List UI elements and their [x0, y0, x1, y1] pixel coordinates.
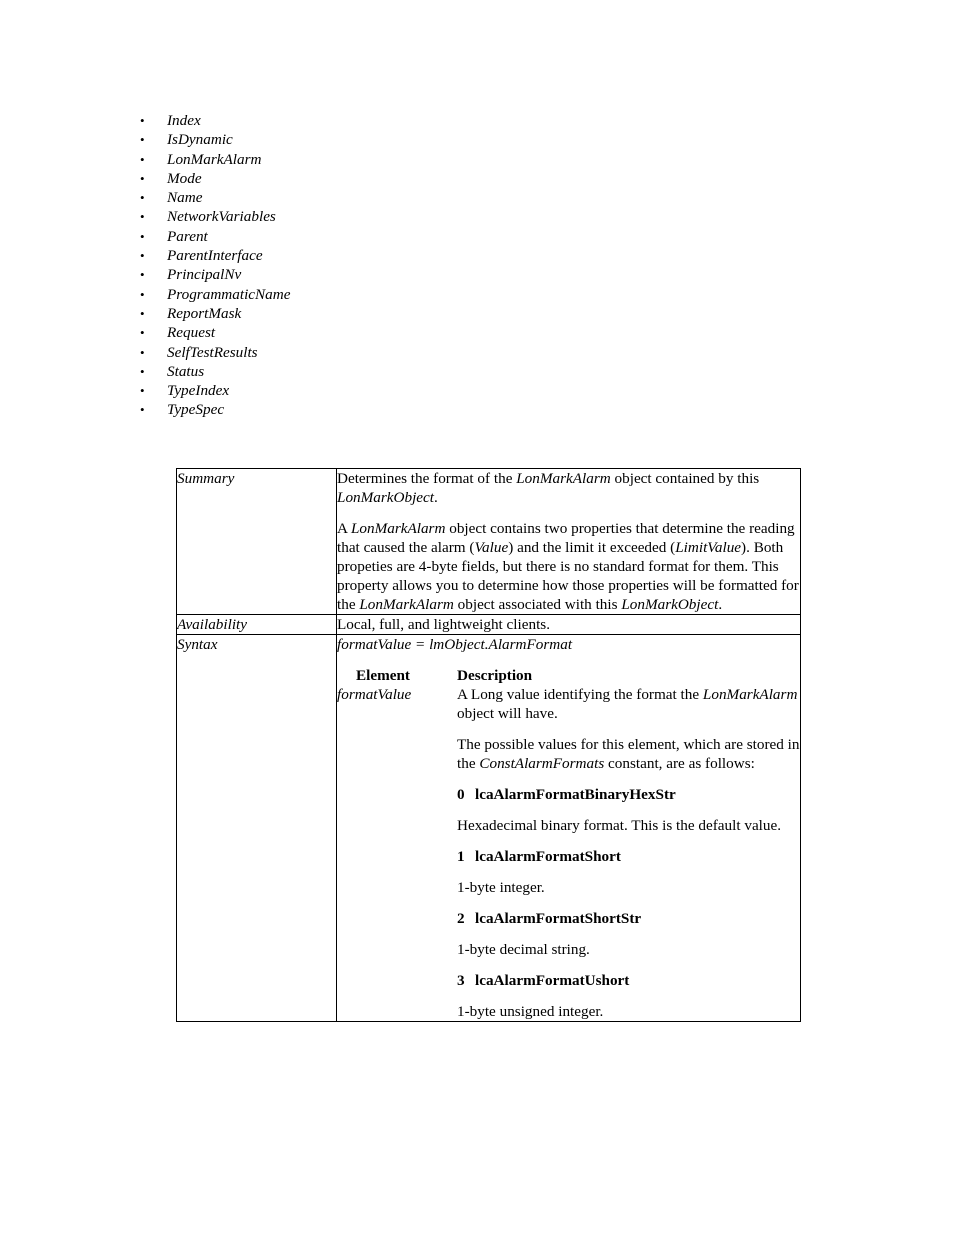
summary-p2-term-limitvalue: LimitValue: [675, 539, 742, 556]
availability-body: Local, full, and lightweight clients.: [336, 614, 801, 635]
constant-description-0: Hexadecimal binary format. This is the d…: [457, 817, 782, 834]
constant-description-2: 1-byte decimal string.: [457, 941, 590, 958]
summary-p1-term-lonmarkalarm: LonMarkAlarm: [516, 470, 611, 487]
property-list: Index IsDynamic LonMarkAlarm Mode Name N…: [140, 111, 290, 420]
desc-p2-text-c: constant, are as follows:: [604, 755, 755, 772]
list-item: Mode: [140, 169, 290, 189]
constant-description-3: 1-byte unsigned integer.: [457, 1003, 604, 1020]
document-page: Index IsDynamic LonMarkAlarm Mode Name N…: [0, 0, 954, 1235]
summary-p2-text-i: object associated with this: [453, 596, 622, 613]
property-name: Name: [167, 189, 203, 207]
list-item: ParentInterface: [140, 246, 290, 266]
table-row-syntax: Syntax formatValue = lmObject.AlarmForma…: [176, 634, 801, 1022]
element-description-formatvalue: A Long value identifying the format the …: [457, 685, 800, 1021]
summary-p2-term-lonmarkalarm: LonMarkAlarm: [350, 520, 446, 537]
summary-body: Determines the format of the LonMarkAlar…: [336, 468, 801, 615]
desc-p1-term-lonmarkalarm: LonMarkAlarm: [702, 686, 798, 703]
property-name: ProgrammaticName: [167, 285, 291, 303]
summary-p1-text-c: object contained by this: [610, 470, 760, 487]
constant-name-1: lcaAlarmFormatShort: [475, 848, 621, 865]
list-item: LonMarkAlarm: [140, 150, 290, 170]
property-name: NetworkVariables: [167, 208, 276, 226]
property-reference-table: Summary Determines the format of the Lon…: [176, 468, 801, 1022]
property-name: Parent: [167, 227, 208, 245]
element-description-header-row: Element Description: [337, 666, 800, 685]
list-item: Request: [140, 323, 290, 343]
list-item: IsDynamic: [140, 130, 290, 150]
list-item: TypeIndex: [140, 381, 290, 401]
list-item: Name: [140, 188, 290, 208]
summary-paragraph-1: Determines the format of the LonMarkAlar…: [337, 469, 800, 507]
list-item: TypeSpec: [140, 400, 290, 420]
summary-p2-term-lonmarkobject: LonMarkObject: [621, 596, 719, 613]
table-row-availability: Availability Local, full, and lightweigh…: [176, 614, 801, 635]
list-item: Status: [140, 362, 290, 382]
desc-p1-text-a: A Long value identifying the format the: [457, 686, 703, 703]
constant-value-2: 2: [457, 910, 465, 927]
constant-name-3: lcaAlarmFormatUshort: [475, 972, 630, 989]
property-name: SelfTestResults: [167, 343, 258, 361]
column-header-element: Element: [356, 667, 410, 684]
list-item: SelfTestResults: [140, 343, 290, 363]
summary-p2-text-k: .: [718, 596, 723, 613]
element-name-formatvalue: formatValue: [337, 686, 412, 703]
property-name: Status: [167, 362, 205, 380]
summary-p1-term-lonmarkobject: LonMarkObject: [337, 489, 435, 506]
summary-label: Summary: [176, 468, 337, 615]
list-item: NetworkVariables: [140, 207, 290, 227]
list-item: ProgrammaticName: [140, 285, 291, 305]
property-name: TypeSpec: [167, 401, 225, 419]
list-item: Parent: [140, 227, 290, 247]
table-row-summary: Summary Determines the format of the Lon…: [176, 468, 801, 615]
constant-value-0: 0: [457, 786, 465, 803]
syntax-signature: formatValue = lmObject.AlarmFormat: [337, 636, 573, 653]
constant-entry-1: 1 lcaAlarmFormatShort: [457, 847, 800, 866]
summary-p2-text-e: ) and the limit it exceeded (: [508, 539, 676, 556]
property-name: LonMarkAlarm: [167, 150, 262, 168]
constant-value-3: 3: [457, 972, 465, 989]
property-name: PrincipalNv: [167, 266, 242, 284]
summary-p2-term-value: Value: [474, 539, 509, 556]
constant-name-0: lcaAlarmFormatBinaryHexStr: [475, 786, 676, 803]
property-name: Mode: [167, 169, 202, 187]
syntax-label: Syntax: [176, 634, 337, 1022]
desc-p2-term-constalarmformats: ConstAlarmFormats: [479, 755, 605, 772]
desc-p1-text-c: object will have.: [457, 705, 558, 722]
constant-name-2: lcaAlarmFormatShortStr: [475, 910, 642, 927]
list-item: PrincipalNv: [140, 265, 290, 285]
availability-text: Local, full, and lightweight clients.: [337, 616, 550, 633]
constant-entry-0: 0 lcaAlarmFormatBinaryHexStr: [457, 785, 800, 804]
summary-p2-text-a: A: [337, 520, 351, 537]
property-name: TypeIndex: [167, 382, 230, 400]
property-name: ReportMask: [167, 304, 242, 322]
desc-paragraph-1: A Long value identifying the format the …: [457, 685, 800, 723]
property-name: Request: [167, 324, 216, 342]
summary-p2-term-lonmarkalarm-2: LonMarkAlarm: [359, 596, 454, 613]
availability-label: Availability: [176, 614, 337, 635]
constant-entry-2: 2 lcaAlarmFormatShortStr: [457, 909, 800, 928]
constant-value-1: 1: [457, 848, 465, 865]
desc-paragraph-2: The possible values for this element, wh…: [457, 735, 800, 773]
property-name: IsDynamic: [167, 131, 233, 149]
syntax-body: formatValue = lmObject.AlarmFormat Eleme…: [336, 634, 801, 1022]
summary-p1-text-a: Determines the format of the: [337, 470, 517, 487]
element-description-row: formatValue A Long value identifying the…: [337, 685, 800, 1021]
element-description-table: Element Description formatValue A Long v…: [337, 666, 800, 1021]
summary-paragraph-2: A LonMarkAlarm object contains two prope…: [337, 519, 800, 614]
list-item: ReportMask: [140, 304, 290, 324]
list-item: Index: [140, 111, 290, 131]
constant-description-1: 1-byte integer.: [457, 879, 545, 896]
column-header-description: Description: [457, 667, 533, 684]
constant-entry-3: 3 lcaAlarmFormatUshort: [457, 971, 800, 990]
property-name: Index: [167, 112, 201, 129]
property-name: ParentInterface: [167, 247, 263, 265]
summary-p1-text-e: .: [434, 489, 438, 506]
